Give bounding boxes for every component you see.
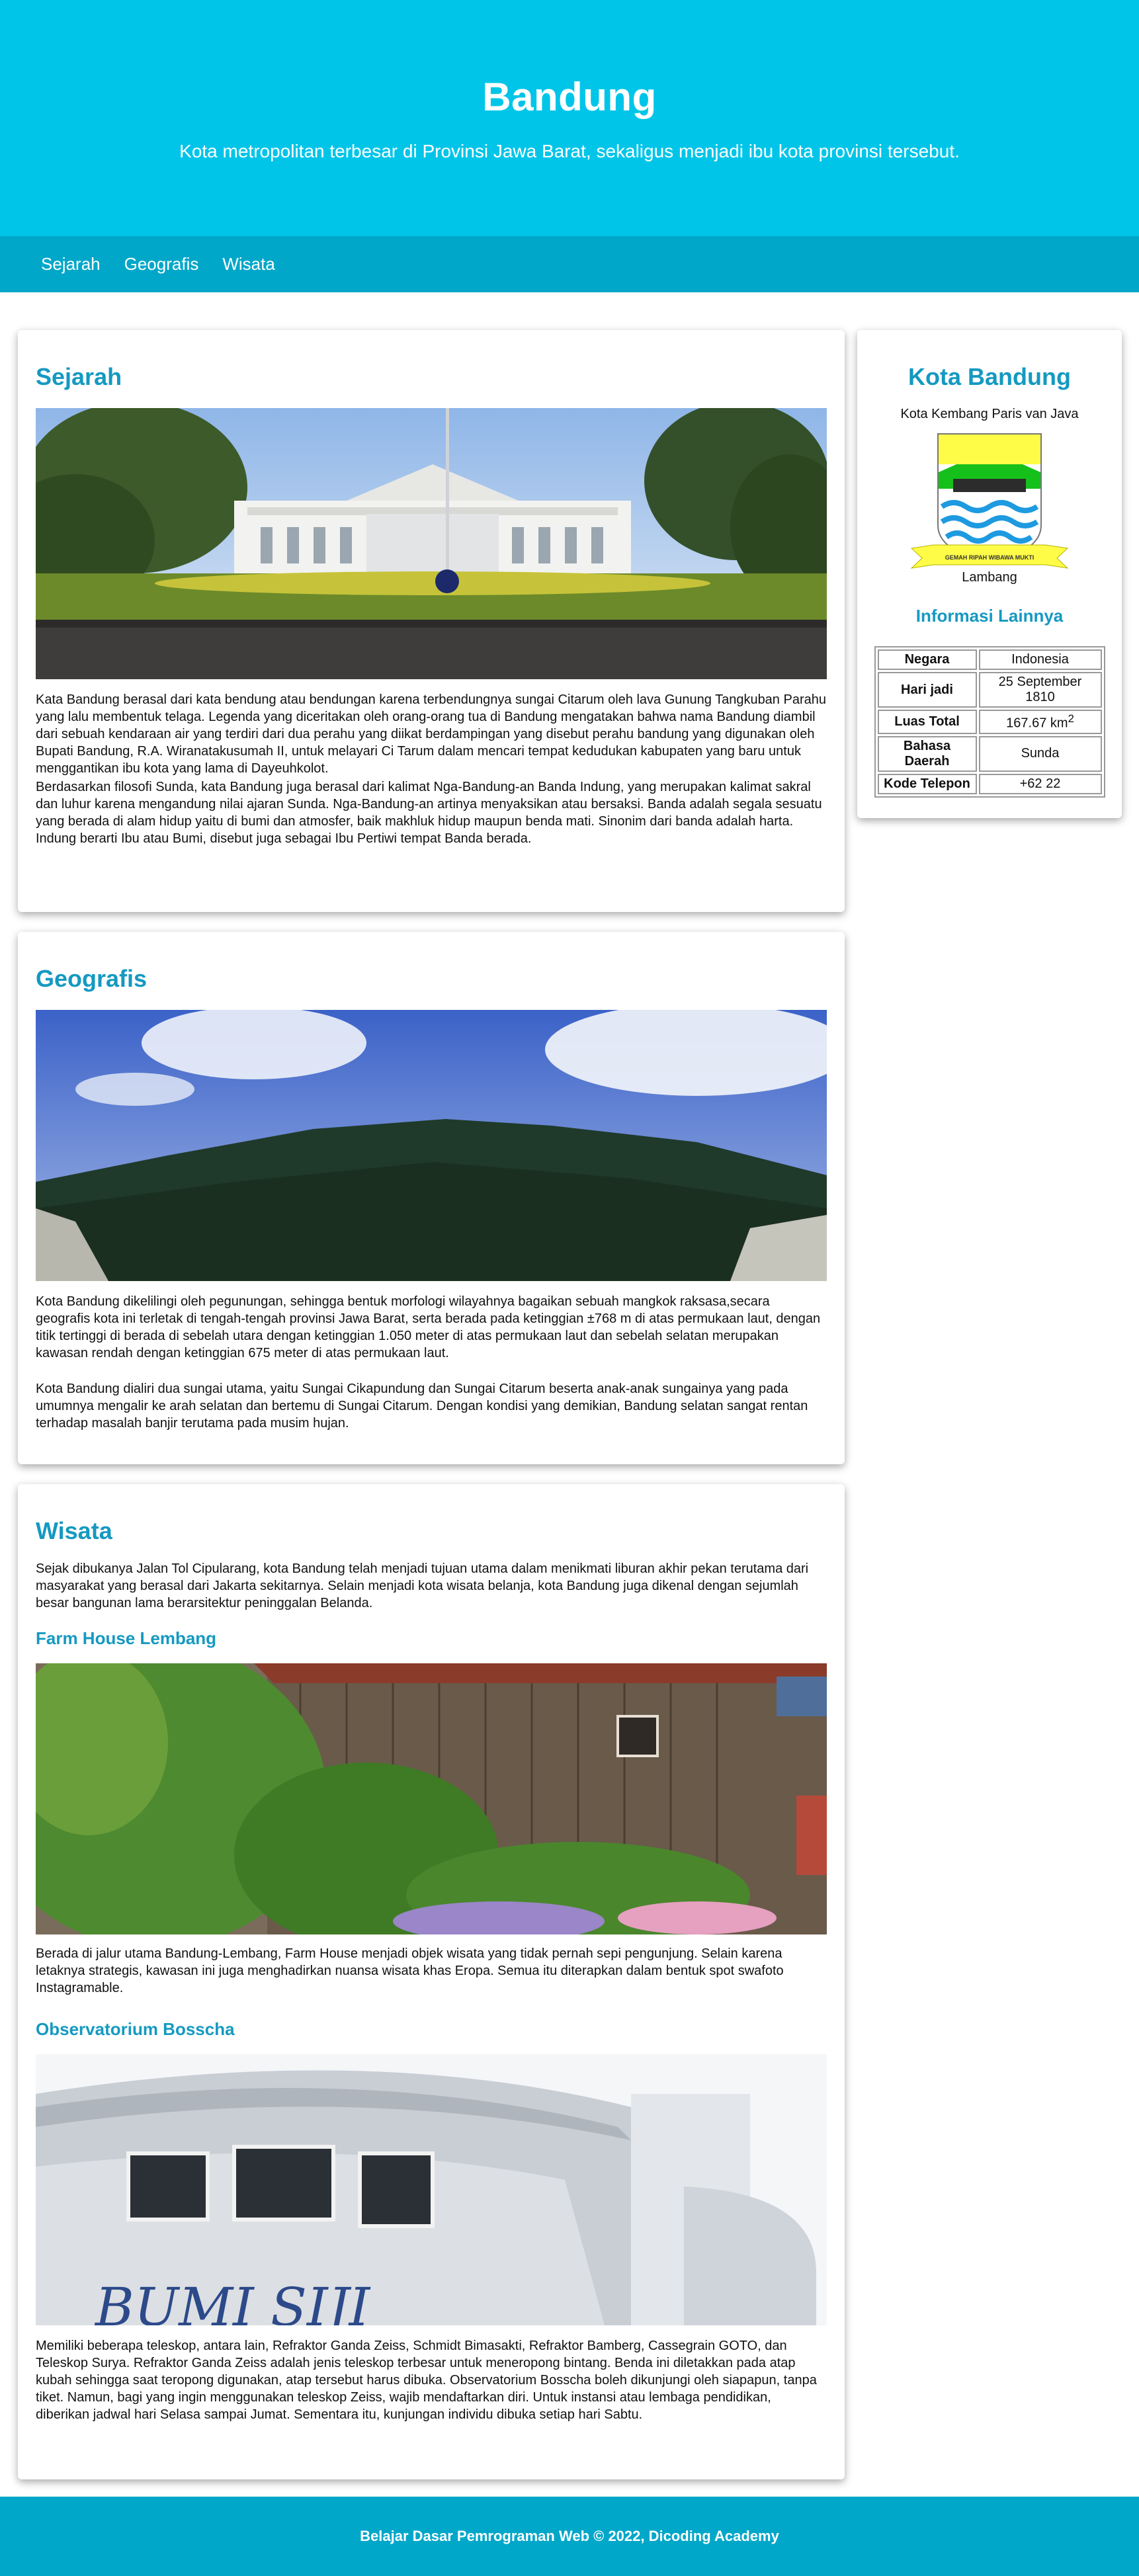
info-value: +62 22 [978, 773, 1102, 794]
info-key: Bahasa Daerah [877, 735, 977, 772]
place-name-bosscha: Observatorium Bosscha [36, 2019, 235, 2039]
wisata-card: Wisata Sejak dibukanya Jalan Tol Cipular… [18, 1484, 845, 2479]
info-value: 167.67 km2 [978, 710, 1102, 734]
info-key: Luas Total [877, 710, 977, 734]
info-value-sup: 2 [1068, 712, 1074, 725]
wisata-intro: Sejak dibukanya Jalan Tol Cipularang, ko… [36, 1561, 809, 1610]
place-name-farmhouse: Farm House Lembang [36, 1628, 217, 1648]
info-key: Kode Telepon [877, 773, 977, 794]
info-key: Hari jadi [877, 672, 977, 708]
mountain-photo [36, 1010, 827, 1281]
page-header: Bandung Kota metropolitan terbesar di Pr… [0, 0, 1139, 236]
wisata-title: Wisata [36, 1517, 112, 1544]
aside-tagline: Kota Kembang Paris van Java [900, 407, 1079, 421]
svg-text:BUMI SIJI: BUMI SIJI [94, 2276, 371, 2325]
city-emblem: GEMAH RIPAH WIBAWA MUKTI [910, 433, 1069, 571]
sejarah-paragraph-1: Kata Bandung berasal dari kata bendung a… [36, 692, 826, 776]
nav-link-sejarah[interactable]: Sejarah [41, 254, 101, 274]
footer-text: Belajar Dasar Pemrograman Web © 2022, Di… [360, 2528, 779, 2544]
info-table: Negara Indonesia Hari jadi 25 September … [874, 646, 1105, 798]
place-desc-bosscha: Memiliki beberapa teleskop, antara lain,… [36, 2339, 817, 2422]
info-title: Informasi Lainnya [915, 606, 1064, 626]
place-desc-farmhouse: Berada di jalur utama Bandung-Lembang, F… [36, 1946, 784, 1995]
table-row: Luas Total 167.67 km2 [877, 710, 1102, 734]
gedung-sate-photo [36, 408, 827, 679]
page-title: Bandung [482, 75, 657, 119]
info-value-text: 167.67 km [1006, 716, 1068, 731]
main-nav: Sejarah Geografis Wisata [0, 236, 1139, 292]
table-row: Negara Indonesia [877, 649, 1102, 670]
sejarah-card: Sejarah Kata Bandung berasal dari kata b… [18, 330, 845, 912]
info-value: 25 September 1810 [978, 672, 1102, 708]
emblem-motto: GEMAH RIPAH WIBAWA MUKTI [945, 554, 1034, 561]
info-key: Negara [877, 649, 977, 670]
table-row: Hari jadi 25 September 1810 [877, 672, 1102, 708]
sejarah-paragraph-2: Berdasarkan filosofi Sunda, kata Bandung… [36, 780, 822, 846]
aside-title: Kota Bandung [908, 363, 1071, 390]
profile-aside: Kota Bandung Kota Kembang Paris van Java… [857, 330, 1122, 818]
table-row: Bahasa Daerah Sunda [877, 735, 1102, 772]
table-row: Kode Telepon +62 22 [877, 773, 1102, 794]
geografis-paragraph-1: Kota Bandung dikelilingi oleh pegunungan… [36, 1294, 821, 1360]
bosscha-photo: BUMI SIJI [36, 2054, 827, 2325]
info-value: Sunda [978, 735, 1102, 772]
page-subtitle: Kota metropolitan terbesar di Provinsi J… [179, 141, 960, 161]
geografis-paragraph-2: Kota Bandung dialiri dua sungai utama, y… [36, 1382, 808, 1431]
info-value: Indonesia [978, 649, 1102, 670]
nav-link-geografis[interactable]: Geografis [124, 254, 199, 274]
page-footer: Belajar Dasar Pemrograman Web © 2022, Di… [0, 2497, 1139, 2576]
nav-link-wisata[interactable]: Wisata [222, 254, 274, 274]
sejarah-title: Sejarah [36, 363, 122, 390]
geografis-card: Geografis Kota Bandung dikelilingi oleh … [18, 932, 845, 1464]
farmhouse-photo [36, 1663, 827, 1934]
geografis-title: Geografis [36, 965, 148, 992]
